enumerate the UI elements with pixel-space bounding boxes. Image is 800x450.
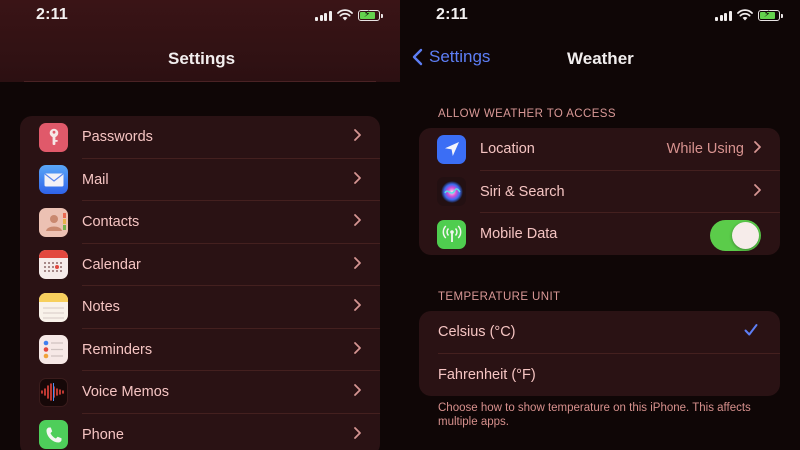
settings-item-label: Voice Memos xyxy=(82,384,170,401)
key-icon xyxy=(39,122,68,152)
cellular-signal-icon xyxy=(315,10,332,21)
settings-item-label: Notes xyxy=(82,299,120,316)
settings-item-contacts[interactable]: Contacts xyxy=(20,201,380,244)
notes-icon xyxy=(39,292,68,322)
status-icons: ⚡ xyxy=(715,9,783,21)
access-item-label: Mobile Data xyxy=(480,226,558,243)
chevron-right-icon xyxy=(354,426,361,439)
chevron-right-icon xyxy=(354,171,361,184)
page-title: Weather xyxy=(567,49,634,68)
settings-list: Passwords Mail Contacts Calendar Notes R… xyxy=(20,116,380,450)
settings-item-phone[interactable]: Phone xyxy=(20,414,380,450)
cellular-signal-icon xyxy=(715,10,732,21)
chevron-right-icon xyxy=(354,341,361,354)
access-item-siri-search[interactable]: Siri & Search xyxy=(419,171,780,213)
wifi-icon xyxy=(336,9,353,21)
antenna-icon xyxy=(437,219,466,249)
unit-option-label: Fahrenheit (°F) xyxy=(438,366,536,383)
status-time: 2:11 xyxy=(436,6,468,23)
chevron-right-icon xyxy=(354,129,361,141)
status-time: 2:11 xyxy=(36,6,68,23)
chevron-right-icon xyxy=(354,256,361,269)
phone-icon xyxy=(39,420,68,450)
settings-item-label: Reminders xyxy=(82,341,153,358)
checkmark-icon xyxy=(744,324,758,336)
unit-option-celsius[interactable]: Celsius (°C) xyxy=(419,311,780,354)
status-icons: ⚡ xyxy=(315,9,383,21)
settings-item-passwords[interactable]: Passwords xyxy=(20,116,380,159)
mobile-data-toggle[interactable] xyxy=(710,220,761,251)
chevron-right-icon xyxy=(354,214,361,226)
access-item-mobile-data: Mobile Data xyxy=(419,213,780,255)
settings-item-notes[interactable]: Notes xyxy=(20,286,380,329)
unit-option-fahrenheit[interactable]: Fahrenheit (°F) xyxy=(419,354,780,397)
temperature-unit-footnote: Choose how to show temperature on this i… xyxy=(438,402,751,428)
settings-item-label: Mail xyxy=(82,171,109,188)
settings-item-label: Calendar xyxy=(82,256,141,273)
contacts-icon xyxy=(39,207,68,237)
battery-charging-icon: ⚡ xyxy=(357,9,383,21)
access-item-label: Location xyxy=(480,141,535,158)
access-item-location[interactable]: Location While Using xyxy=(419,128,780,171)
location-access-value: While Using xyxy=(666,141,744,158)
settings-pane: 2:11 ⚡ Settings Passwords Mail Contacts … xyxy=(0,0,400,450)
wifi-icon xyxy=(736,9,753,21)
chevron-right-icon xyxy=(354,299,361,311)
settings-item-label: Phone xyxy=(82,426,124,443)
section-header-temperature-unit: TEMPERATURE UNIT xyxy=(438,291,561,303)
battery-charging-icon: ⚡ xyxy=(757,9,783,21)
back-button-label: Settings xyxy=(429,47,491,66)
chevron-right-icon xyxy=(754,183,761,196)
settings-item-label: Contacts xyxy=(82,214,140,231)
section-header-access: ALLOW WEATHER TO ACCESS xyxy=(438,108,616,120)
settings-item-label: Passwords xyxy=(82,129,153,146)
mail-icon xyxy=(39,165,68,195)
page-title: Settings xyxy=(168,49,236,68)
chevron-right-icon xyxy=(354,384,361,396)
temperature-unit-list: Celsius (°C) Fahrenheit (°F) xyxy=(419,311,780,396)
siri-icon xyxy=(437,177,466,207)
access-item-label: Siri & Search xyxy=(480,183,565,200)
settings-item-calendar[interactable]: Calendar xyxy=(20,244,380,286)
voice-memos-icon xyxy=(39,377,68,407)
reminders-icon xyxy=(39,335,68,365)
settings-item-reminders[interactable]: Reminders xyxy=(20,329,380,371)
unit-option-label: Celsius (°C) xyxy=(438,324,516,341)
chevron-right-icon xyxy=(754,141,761,153)
location-arrow-icon xyxy=(437,134,466,164)
settings-item-voice-memos[interactable]: Voice Memos xyxy=(20,371,380,414)
calendar-icon xyxy=(39,250,68,280)
back-button[interactable]: Settings xyxy=(412,47,490,67)
chevron-left-icon xyxy=(412,48,423,66)
header-divider xyxy=(24,81,376,82)
access-list: Location While Using Siri & Search Mobil… xyxy=(419,128,780,255)
toggle-knob xyxy=(732,222,759,249)
settings-item-mail[interactable]: Mail xyxy=(20,159,380,201)
